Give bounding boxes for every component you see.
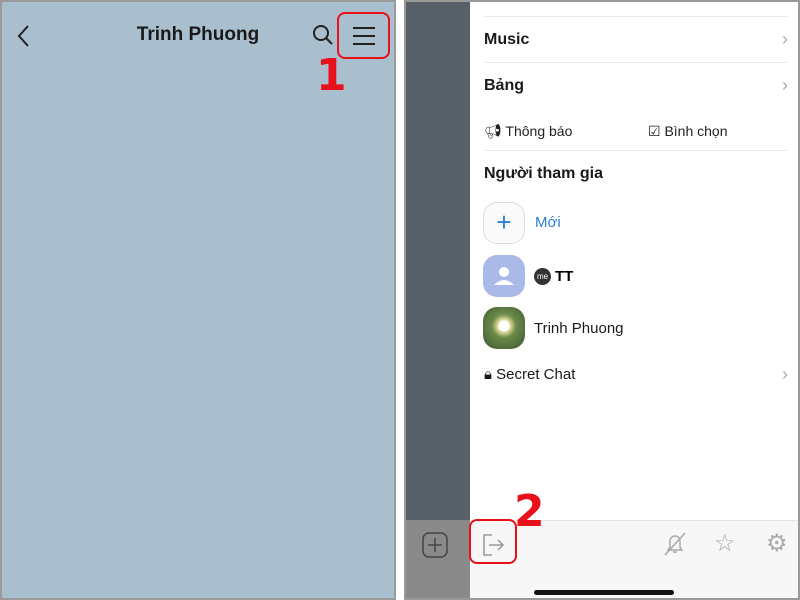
- dim-overlay[interactable]: [406, 2, 470, 520]
- leave-highlight: [469, 519, 517, 564]
- add-new-label[interactable]: Mới: [535, 214, 561, 231]
- members-heading: Người tham gia: [484, 165, 603, 182]
- side-drawer: Music › Bảng › 📢︎ Thông báo ☑ Bình chọn …: [470, 2, 798, 520]
- chevron-right-icon: ›: [782, 364, 788, 384]
- search-icon[interactable]: [312, 24, 334, 46]
- step-1-label: 1: [316, 50, 347, 101]
- chevron-right-icon: ›: [782, 29, 788, 49]
- chat-title: Trinh Phuong: [136, 24, 260, 45]
- music-item[interactable]: Music: [484, 31, 529, 49]
- mute-bell-icon[interactable]: [662, 531, 688, 557]
- plus-icon: [422, 532, 448, 558]
- secret-chat-item[interactable]: 🔒︎ Secret Chat: [484, 366, 575, 383]
- poll-box-icon: ☑: [648, 123, 661, 139]
- avatar[interactable]: [483, 255, 525, 297]
- menu-icon[interactable]: [352, 26, 376, 46]
- add-member-button[interactable]: +: [483, 202, 525, 244]
- home-indicator: [534, 590, 674, 595]
- person-icon: [494, 267, 514, 285]
- step-2-label: 2: [514, 486, 545, 537]
- member-name[interactable]: TT: [555, 268, 573, 285]
- gear-icon[interactable]: ⚙: [766, 529, 788, 558]
- notice-label: Thông báo: [505, 123, 573, 139]
- poll-item[interactable]: ☑ Bình chọn: [648, 123, 728, 140]
- star-icon[interactable]: ☆: [714, 529, 736, 558]
- megaphone-icon: 📢︎: [484, 123, 502, 139]
- lock-icon: 🔒︎: [484, 366, 492, 383]
- board-item[interactable]: Bảng: [484, 77, 524, 95]
- member-name[interactable]: Trinh Phuong: [534, 320, 624, 337]
- me-badge: me: [534, 268, 551, 285]
- secret-chat-label: Secret Chat: [496, 366, 576, 383]
- dim-overlay-bottom: [406, 520, 470, 598]
- chevron-right-icon: ›: [782, 75, 788, 95]
- poll-label: Bình chọn: [664, 123, 728, 139]
- avatar[interactable]: [483, 307, 525, 349]
- notice-item[interactable]: 📢︎ Thông báo: [484, 123, 572, 140]
- chat-menu-screen: Music › Bảng › 📢︎ Thông báo ☑ Bình chọn …: [404, 0, 800, 600]
- chat-screen: Trinh Phuong 1: [0, 0, 396, 600]
